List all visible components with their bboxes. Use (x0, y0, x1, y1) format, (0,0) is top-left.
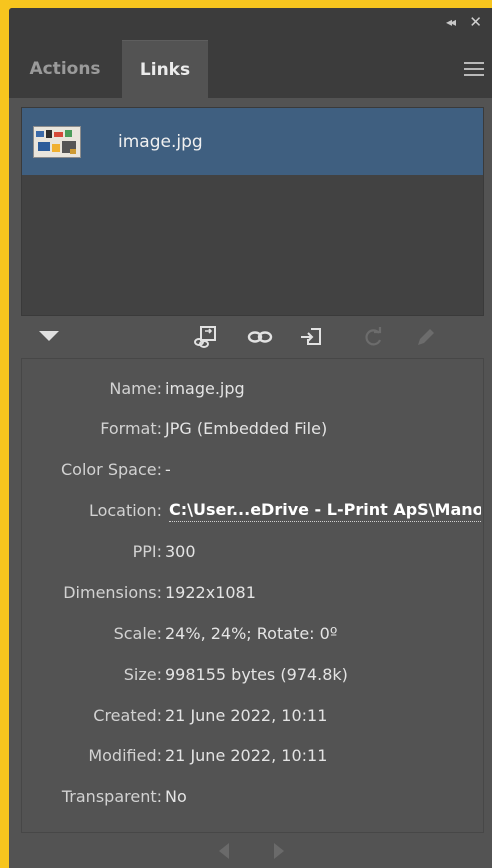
collapse-panel-icon[interactable]: ◂◂ (446, 15, 456, 29)
info-row-format: Format: JPG (Embedded File) (100, 419, 328, 438)
edit-original-icon[interactable] (413, 325, 439, 349)
info-row-scale: Scale: 24%, 24%; Rotate: 0º (113, 624, 338, 643)
links-list[interactable]: image.jpg (21, 107, 484, 316)
location-link[interactable]: C:\User...eDrive - L-Print ApS\Mano (169, 499, 481, 522)
links-panel: ◂◂ ✕ Actions Links image.jpg Name: image… (9, 8, 492, 868)
previous-link-icon[interactable] (219, 843, 229, 859)
go-to-link-icon[interactable] (299, 325, 325, 349)
list-item[interactable]: image.jpg (22, 108, 483, 175)
panel-menu-icon[interactable] (464, 62, 484, 76)
next-link-icon[interactable] (274, 843, 284, 859)
links-toolbar (9, 316, 492, 358)
panel-title-bar: ◂◂ ✕ (9, 8, 492, 38)
link-info-navigation (9, 834, 492, 868)
relink-from-libraries-icon[interactable] (192, 325, 218, 349)
link-info-section: Name: image.jpg Format: JPG (Embedded Fi… (21, 358, 484, 833)
info-row-transparent: Transparent: No (61, 787, 187, 806)
link-name: image.jpg (118, 131, 203, 152)
info-row-created: Created: 21 June 2022, 10:11 (93, 706, 328, 725)
info-row-ppi: PPI: 300 (132, 542, 196, 561)
image-thumbnail (33, 125, 81, 158)
info-row-name: Name: image.jpg (109, 379, 245, 398)
show-info-toggle-icon[interactable] (39, 331, 59, 341)
tab-links[interactable]: Links (122, 40, 208, 98)
update-link-icon[interactable] (360, 325, 386, 349)
info-row-size: Size: 998155 bytes (974.8k) (123, 665, 348, 684)
info-row-dimensions: Dimensions: 1922x1081 (63, 583, 256, 602)
info-row-modified: Modified: 21 June 2022, 10:11 (88, 746, 328, 765)
tab-bar: Actions Links (9, 38, 492, 98)
tab-actions[interactable]: Actions (9, 40, 121, 98)
close-panel-icon[interactable]: ✕ (469, 13, 482, 31)
info-row-location: Location: C:\User...eDrive - L-Print ApS… (88, 499, 481, 522)
relink-icon[interactable] (247, 325, 273, 349)
info-row-color-space: Color Space: - (60, 460, 171, 479)
